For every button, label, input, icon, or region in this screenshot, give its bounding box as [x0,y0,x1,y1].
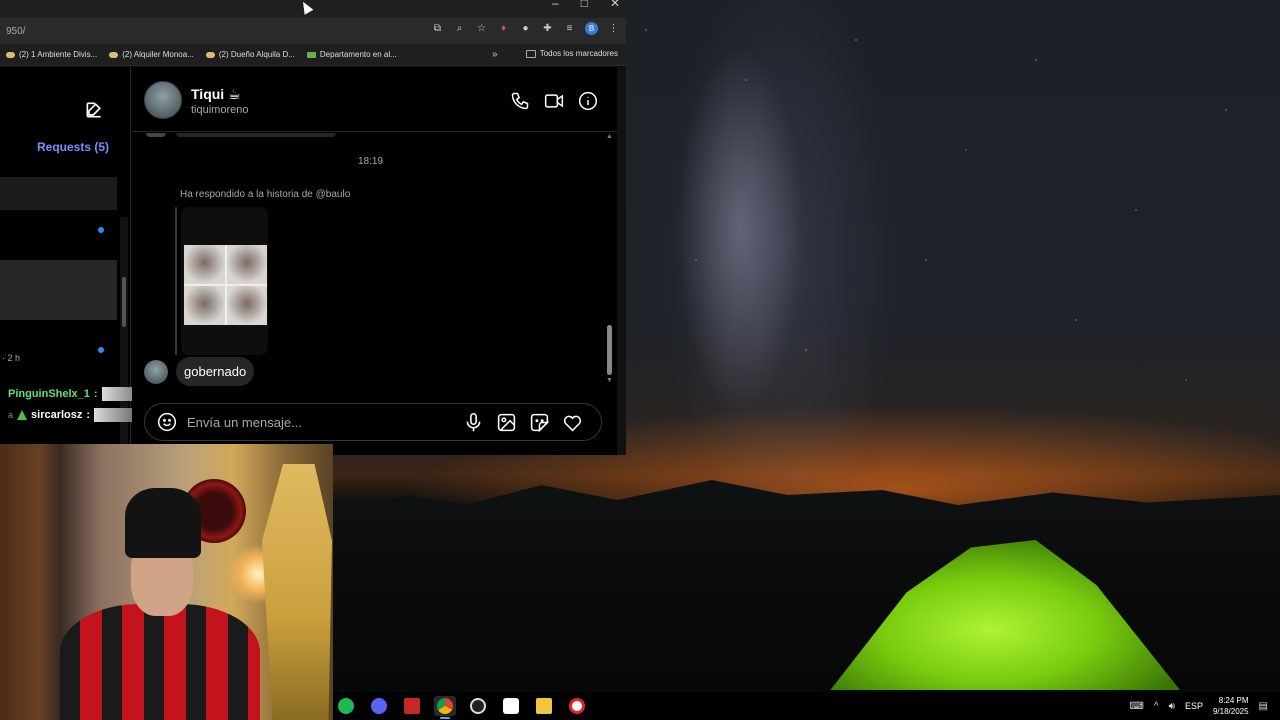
requests-link[interactable]: Requests (5) [37,140,109,154]
conversation-row[interactable] [0,177,117,210]
phone-call-icon[interactable] [510,91,530,111]
new-message-icon[interactable] [84,100,104,120]
marketplace-icon [205,51,215,58]
address-bar[interactable]: 950/ ⧉ ⌕ ☆ ♦ ● ✚ ≡ B ⋮ [0,18,626,44]
system-tray: ⌨ ^ 🔊︎ ESP 8:24 PM 9/18/2025 ▤ [1129,692,1280,720]
microphone-icon[interactable] [463,412,484,433]
notifications-icon[interactable]: ▤ [1259,701,1268,712]
previous-message-avatar [146,133,166,137]
extension-white-icon[interactable]: ● [519,22,532,35]
url-text[interactable]: 950/ [6,26,25,37]
message-composer [144,403,602,441]
clock[interactable]: 8:24 PM 9/18/2025 [1213,695,1249,717]
contact-name[interactable]: Tiqui ☕ [191,86,241,103]
message-timestamp: 18:19 [358,156,384,167]
bookmark-2[interactable]: (2) Alquiler Monoa... [109,50,194,59]
webcam-overlay [0,444,333,720]
taskbar: ⌨ ^ 🔊︎ ESP 8:24 PM 9/18/2025 ▤ [333,692,1280,720]
opera-icon[interactable] [566,696,588,716]
stream-chat-message: a sircarlosz : [8,408,133,422]
story-thumbnail[interactable] [181,207,268,355]
minimize-button[interactable]: – [552,0,559,10]
info-icon[interactable] [578,91,598,111]
chat-scrollbar[interactable]: ▲ ▼ [606,133,614,387]
keyboard-icon[interactable]: ⌨ [1129,701,1143,712]
inbox-panel: Requests (5) · 2 h PinguinShelx_1 : a si… [0,67,140,457]
contact-avatar[interactable] [144,81,182,119]
profile-icon[interactable]: B [585,22,598,35]
browser-scrollbar[interactable] [617,67,626,455]
chat-header: Tiqui ☕ tiquimoreno [132,67,626,132]
folder-icon [525,49,536,58]
story-photo-grid [184,245,267,325]
scroll-up-arrow[interactable]: ▲ [606,133,613,140]
previous-message-bubble [176,133,336,137]
message-bubble[interactable]: gobernado [176,357,255,386]
webcam-costume-figure [262,464,332,720]
contact-username[interactable]: tiquimoreno [191,104,248,116]
extension-red-icon[interactable]: ♦ [497,22,510,35]
heart-icon[interactable] [562,412,583,433]
message-input[interactable] [187,409,457,435]
menu-icon[interactable]: ⋮ [607,22,620,35]
chat-panel: Tiqui ☕ tiquimoreno 18:19 Ha respondido … [132,67,626,455]
chat-scrollbar-thumb[interactable] [607,325,612,375]
star-icon[interactable]: ☆ [475,22,488,35]
bookmarks-more-button[interactable]: » [492,49,498,60]
browser-window: – □ ✕ 950/ ⧉ ⌕ ☆ ♦ ● ✚ ≡ B ⋮ (2) 1 Ambie… [0,0,626,457]
inbox-scrollbar-thumb[interactable] [122,277,126,327]
tray-overflow-icon[interactable]: ^ [1154,701,1159,712]
sticker-icon[interactable] [529,412,550,433]
bookmark-4[interactable]: Departamento en al... [306,50,397,59]
bookmark-1[interactable]: (2) 1 Ambiente Divis... [6,50,97,59]
volume-icon[interactable]: 🔊︎ [1169,701,1175,712]
obs-icon[interactable] [467,696,489,716]
image-icon[interactable] [496,412,517,433]
zoom-icon[interactable]: ⌕ [453,22,466,35]
webcam-streamer [55,484,260,720]
discord-icon[interactable] [368,696,390,716]
conversation-time: · 2 h [2,353,21,363]
chat-badge-icon [17,410,28,420]
emoji-icon[interactable] [157,412,177,432]
voicemeeter-icon[interactable] [401,696,423,716]
listing-icon [306,51,316,58]
unread-dot [98,227,104,233]
scroll-down-arrow[interactable]: ▼ [606,377,613,384]
puzzle-icon[interactable]: ✚ [541,22,554,35]
spotify-icon[interactable] [335,696,357,716]
conversation-row-selected[interactable] [0,260,117,320]
maximize-button[interactable]: □ [581,0,588,10]
tiktok-icon[interactable] [500,696,522,716]
message-list: 18:19 Ha respondido a la historia de @ba… [132,133,612,387]
story-reply-bar [175,207,177,355]
marketplace-icon [109,51,119,58]
file-explorer-icon[interactable] [533,696,555,716]
language-indicator[interactable]: ESP [1185,701,1203,711]
unread-dot [98,347,104,353]
bookmark-3[interactable]: (2) Dueño Alquila D... [205,50,295,59]
all-bookmarks-folder[interactable]: Todos los marcadores [525,49,618,58]
stream-chat-message: PinguinShelx_1 : [8,387,140,401]
chat-emote [94,408,133,422]
close-button[interactable]: ✕ [610,0,620,10]
story-reply-label: Ha respondido a la historia de @baulo [180,189,351,200]
sender-avatar[interactable] [144,360,168,384]
instagram-dm-page: Requests (5) · 2 h PinguinShelx_1 : a si… [0,67,626,457]
chrome-icon[interactable] [434,696,456,719]
install-app-icon[interactable]: ⧉ [431,22,444,35]
marketplace-icon [6,51,15,58]
media-icon[interactable]: ≡ [563,22,576,35]
bookmarks-bar: (2) 1 Ambiente Divis... (2) Alquiler Mon… [0,44,626,66]
video-call-icon[interactable] [544,91,564,111]
wallpaper-stars [626,0,1280,470]
